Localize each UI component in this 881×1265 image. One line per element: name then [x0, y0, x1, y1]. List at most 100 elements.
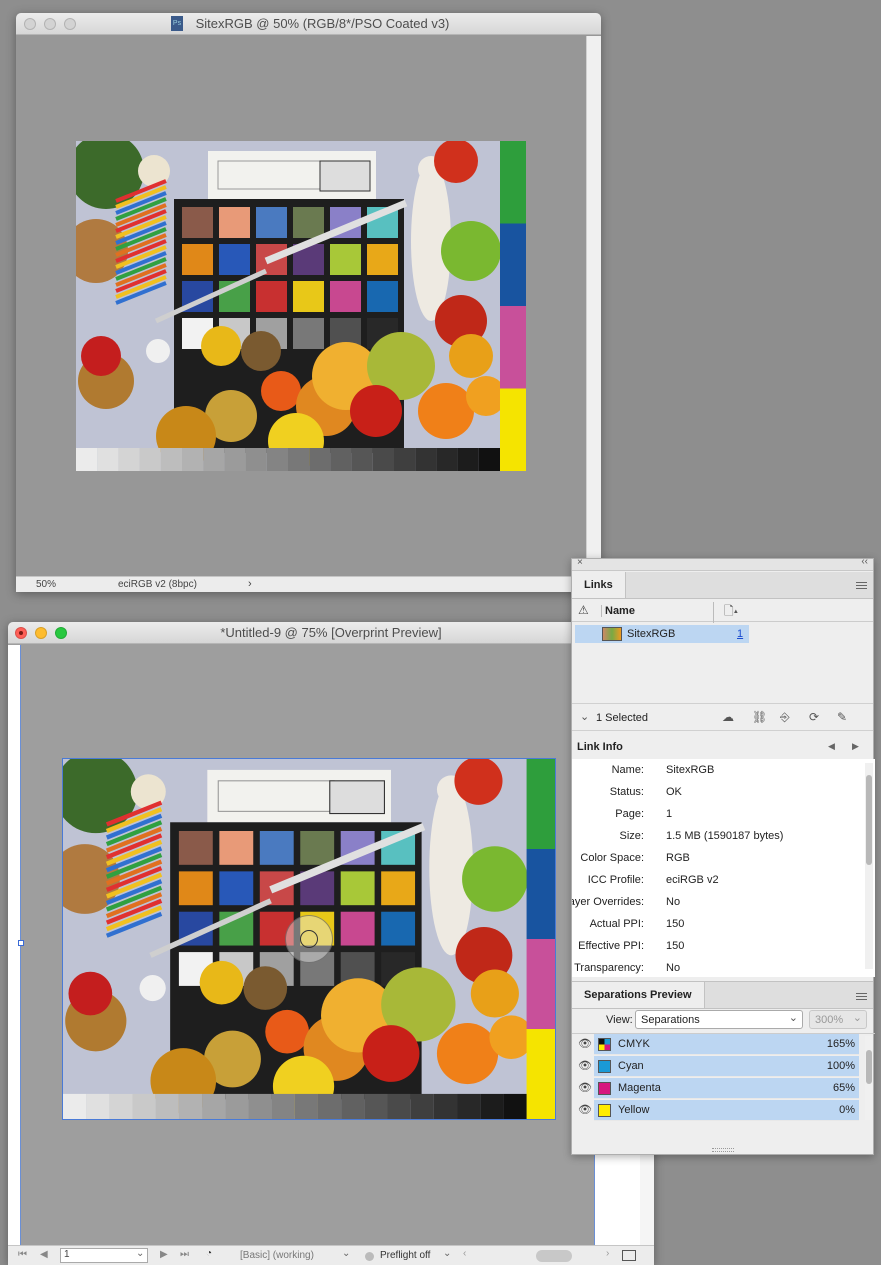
info-key: Name:	[611, 764, 644, 776]
sep-row-cyan[interactable]: Cyan 100%	[594, 1056, 859, 1077]
eye-icon[interactable]: 👁	[578, 1103, 592, 1116]
status-icon[interactable]: ◔	[206, 1248, 212, 1259]
gray-step	[139, 448, 161, 471]
style-readout[interactable]: [Basic] (working)	[240, 1250, 314, 1261]
color-patch	[219, 207, 250, 238]
chevron-right-icon[interactable]: ›	[248, 578, 252, 590]
content-grabber-icon[interactable]	[285, 915, 333, 963]
gray-step	[245, 448, 267, 471]
info-key: Size:	[619, 830, 644, 842]
zoom-button[interactable]	[64, 18, 76, 30]
page-column-icon[interactable]: 🗋▴	[713, 602, 738, 623]
info-value: 150	[666, 940, 685, 952]
frame-handle[interactable]	[18, 940, 24, 946]
next-link-icon[interactable]: ▶	[852, 741, 859, 752]
fruit	[241, 331, 281, 371]
color-patch	[367, 281, 398, 312]
gray-step	[160, 448, 182, 471]
photoshop-window: Ps SitexRGB @ 50% (RGB/8*/PSO Coated v3)…	[16, 13, 601, 592]
panel-menu-icon[interactable]	[856, 993, 867, 1000]
next-page-icon[interactable]: ▶	[160, 1249, 168, 1260]
links-action-bar: ⌄ 1 Selected ☁ ⛓ ⎆ ⟳ ✎	[572, 703, 873, 731]
collapse-icon[interactable]: ‹‹	[861, 556, 868, 567]
close-button[interactable]	[24, 18, 36, 30]
vertical-scrollbar[interactable]	[640, 1155, 654, 1245]
chevron-down-icon[interactable]: ⌄	[580, 710, 589, 723]
gray-step	[109, 1093, 133, 1119]
ps-file-icon: Ps	[171, 16, 183, 31]
panel-menu-icon[interactable]	[856, 582, 867, 589]
update-link-icon[interactable]: ⟳	[809, 710, 819, 724]
view-select-value: Separations	[641, 1014, 700, 1026]
last-page-icon[interactable]: ⏭	[180, 1249, 189, 1260]
sep-name: Cyan	[618, 1060, 644, 1072]
relink-icon[interactable]: ⛓	[752, 710, 767, 724]
info-key: Page:	[615, 808, 644, 820]
close-button[interactable]	[15, 627, 27, 639]
page-field[interactable]: 1	[60, 1248, 148, 1263]
sep-percent: 165%	[826, 1038, 855, 1050]
info-value: OK	[666, 786, 682, 798]
fruit	[201, 326, 241, 366]
zoom-select[interactable]: 300% ⌄	[809, 1010, 867, 1029]
prev-link-icon[interactable]: ◀	[828, 741, 835, 752]
chevron-down-icon[interactable]: ⌄	[443, 1248, 451, 1259]
edit-original-icon[interactable]: ✎	[837, 710, 847, 724]
fruit	[81, 336, 121, 376]
scroll-left-icon[interactable]: ‹	[463, 1248, 466, 1259]
eye-icon[interactable]: 👁	[578, 1037, 592, 1050]
color-patch	[256, 207, 287, 238]
first-page-icon[interactable]: ⏮	[18, 1249, 27, 1260]
sep-row-magenta[interactable]: Magenta 65%	[594, 1078, 859, 1099]
info-key: Layer Overrides:	[572, 896, 644, 908]
info-row: Transparency: No	[572, 957, 858, 977]
fruit-chart-artwork	[76, 141, 526, 471]
chevron-down-icon[interactable]: ⌄	[136, 1248, 144, 1259]
cloud-icon[interactable]: ☁	[722, 710, 734, 724]
color-patch	[381, 911, 416, 946]
info-scrollbar[interactable]	[865, 763, 873, 969]
scroll-right-icon[interactable]: ›	[606, 1248, 609, 1259]
eye-icon[interactable]: 👁	[578, 1081, 592, 1094]
placed-image-frame[interactable]	[62, 758, 556, 1120]
resize-grip[interactable]	[712, 1148, 734, 1152]
minimize-button[interactable]	[44, 18, 56, 30]
view-mode-icon[interactable]	[622, 1250, 636, 1261]
goto-link-icon[interactable]: ⎆	[780, 710, 790, 725]
preflight-status[interactable]: Preflight off	[380, 1250, 430, 1261]
fruit	[68, 971, 113, 1016]
sep-row-cmyk[interactable]: CMYK 165%	[594, 1034, 859, 1055]
zoom-readout[interactable]: 50%	[36, 579, 56, 590]
window-titlebar[interactable]: *Untitled-9 @ 75% [Overprint Preview]	[8, 622, 654, 644]
panel-topbar[interactable]: × ‹‹	[572, 556, 873, 571]
tab-separations[interactable]: Separations Preview	[572, 982, 705, 1008]
window-title: *Untitled-9 @ 75% [Overprint Preview]	[220, 625, 442, 640]
link-page[interactable]: 1	[737, 628, 743, 640]
close-icon[interactable]: ×	[577, 557, 583, 568]
gray-step	[202, 1093, 226, 1119]
prev-page-icon[interactable]: ◀	[40, 1249, 48, 1260]
col-name[interactable]: Name	[601, 605, 635, 617]
minimize-button[interactable]	[35, 627, 47, 639]
gray-step	[351, 448, 373, 471]
warning-icon: ⚠	[578, 603, 589, 617]
gray-step	[410, 1093, 434, 1119]
window-titlebar[interactable]: Ps SitexRGB @ 50% (RGB/8*/PSO Coated v3)	[16, 13, 601, 35]
sep-scrollbar[interactable]	[865, 1036, 873, 1120]
gray-step	[225, 1093, 249, 1119]
horizontal-scroll-thumb[interactable]	[536, 1250, 572, 1262]
chevron-down-icon[interactable]: ⌄	[342, 1248, 350, 1259]
vertical-scrollbar[interactable]	[586, 36, 601, 576]
info-key: ICC Profile:	[587, 874, 644, 886]
zoom-button[interactable]	[55, 627, 67, 639]
gray-step	[387, 1093, 411, 1119]
view-select[interactable]: Separations ⌄	[635, 1010, 803, 1029]
sep-row-yellow[interactable]: Yellow 0%	[594, 1100, 859, 1121]
tab-links[interactable]: Links	[572, 572, 626, 598]
link-row[interactable]: SitexRGB 1	[575, 625, 749, 643]
eye-icon[interactable]: 👁	[578, 1059, 592, 1072]
info-row: Name: SitexRGB	[572, 759, 858, 781]
fruit	[436, 1023, 499, 1085]
color-patch	[219, 871, 254, 906]
gray-step	[271, 1093, 295, 1119]
